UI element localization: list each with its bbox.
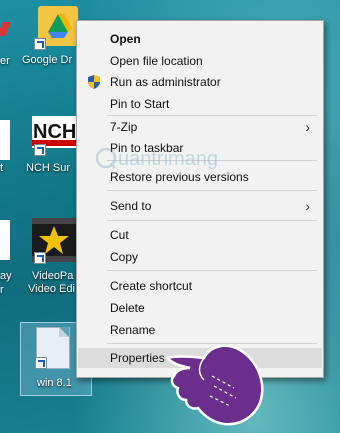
desktop-label-videopad-2: Video Edi (28, 283, 75, 295)
menu-item-label: Rename (110, 323, 156, 337)
menu-item-label: Cut (110, 228, 129, 242)
file-fold (59, 327, 69, 337)
partial-label-2: t (0, 162, 4, 174)
menu-item-open-file-location[interactable]: Open file location (78, 51, 322, 71)
shortcut-arrow-icon (34, 144, 46, 156)
menu-separator (107, 115, 317, 116)
menu-item-label: Send to (110, 199, 152, 213)
pointing-hand-icon (164, 336, 274, 428)
menu-item-create-shortcut[interactable]: Create shortcut (78, 276, 322, 296)
partial-label-1: er (0, 55, 10, 67)
menu-item-label: Pin to Start (110, 97, 170, 111)
menu-item-open[interactable]: Open (78, 29, 322, 49)
menu-item-label: Open file location (110, 54, 203, 68)
partial-label-4: r (0, 284, 4, 296)
menu-separator (107, 190, 317, 191)
menu-item-pin-to-start[interactable]: Pin to Start (78, 94, 322, 114)
menu-item-delete[interactable]: Delete (78, 298, 322, 318)
menu-item-run-as-administrator[interactable]: Run as administrator (78, 72, 322, 92)
partial-icon-3[interactable] (0, 220, 10, 260)
menu-separator (107, 270, 317, 271)
desktop-label-win-8-1: win 8.1 (37, 377, 72, 389)
menu-item-label: Open (110, 32, 141, 46)
shortcut-arrow-icon (34, 252, 46, 264)
watermark: uantrimang (96, 146, 276, 172)
menu-item-label: Create shortcut (110, 279, 193, 293)
menu-item-label: Run as administrator (110, 75, 221, 89)
menu-item-label: Copy (110, 250, 139, 264)
menu-item-label: 7-Zip (110, 120, 138, 134)
menu-separator (107, 220, 317, 221)
desktop-label-google-drive: Google Dr (22, 54, 73, 66)
uac-shield-icon (87, 75, 101, 89)
partial-icon-2[interactable] (0, 120, 10, 160)
menu-item-cut[interactable]: Cut (78, 225, 322, 245)
svg-text:NCH: NCH (33, 121, 76, 143)
menu-item-label: Delete (110, 301, 145, 315)
menu-item-label: Properties (110, 351, 165, 365)
menu-item-copy[interactable]: Copy (78, 247, 322, 267)
menu-item-send-to[interactable]: Send to › (78, 196, 322, 216)
chevron-right-icon: › (305, 198, 310, 214)
shortcut-arrow-icon (35, 357, 47, 369)
menu-item-7-zip[interactable]: 7-Zip › (78, 117, 322, 137)
partial-label-3: ay (0, 270, 12, 282)
context-menu: Open Open file location Run as administr… (76, 20, 324, 378)
watermark-text: uantrimang (118, 148, 219, 170)
shortcut-arrow-icon (34, 38, 46, 50)
partial-icon-top[interactable] (0, 14, 11, 44)
chevron-right-icon: › (305, 119, 310, 135)
desktop-label-videopad: VideoPa (32, 270, 74, 282)
desktop-label-nch-suite: NCH Sur (26, 162, 71, 174)
